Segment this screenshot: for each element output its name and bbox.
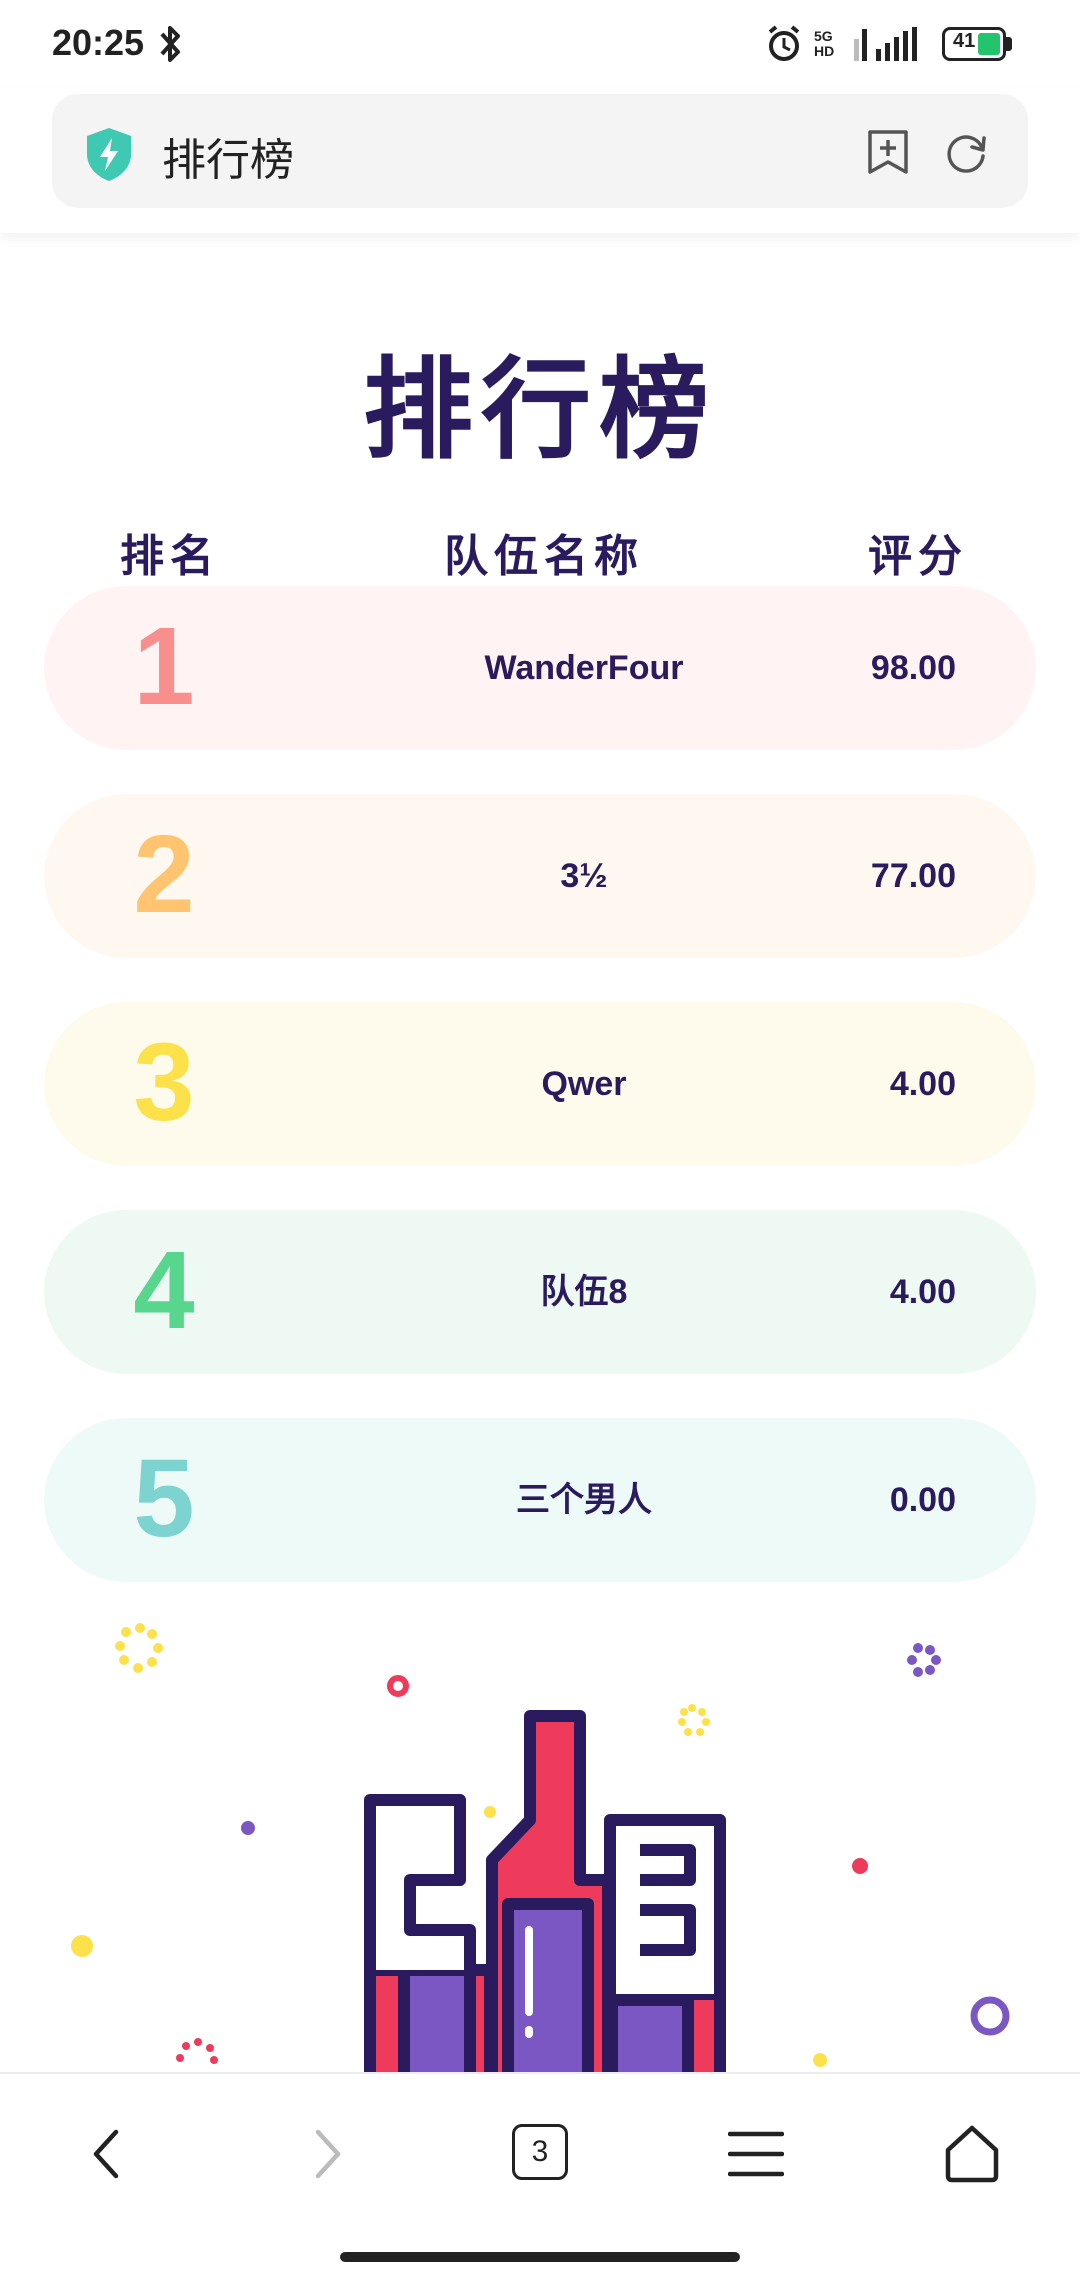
home-icon [945, 2125, 999, 2183]
tabs-button[interactable]: 3 [512, 2114, 592, 2194]
podium-illustration [71, 1623, 1010, 2072]
shield-icon [87, 128, 131, 181]
row-team: 3½ [560, 857, 608, 895]
row-rank: 4 [133, 1229, 195, 1352]
header-team: 队伍名称 [444, 531, 644, 582]
signal-icon [854, 27, 917, 61]
bluetooth-icon [160, 26, 180, 62]
refresh-icon[interactable] [942, 128, 990, 176]
row-rank: 1 [133, 605, 195, 728]
row-score: 98.00 [870, 649, 956, 687]
row-team: 队伍8 [540, 1273, 628, 1311]
row-team: 三个男人 [516, 1481, 652, 1519]
row-rank: 5 [133, 1437, 195, 1560]
status-time: 20:25 [52, 22, 145, 63]
forward-button[interactable] [288, 2114, 368, 2194]
address-bar[interactable]: 排行榜 [52, 94, 1028, 208]
bottom-navigation: 3 [0, 2072, 1080, 2280]
menu-icon [728, 2131, 784, 2177]
row-team: Qwer [541, 1065, 627, 1103]
row-team: WanderFour [484, 649, 684, 687]
leaderboard-row: 2 3½ 77.00 [44, 794, 1036, 958]
address-title: 排行榜 [162, 135, 294, 186]
row-score: 77.00 [870, 857, 956, 895]
bookmark-icon[interactable] [866, 128, 910, 176]
battery-level: 41 [953, 30, 976, 52]
row-score: 0.00 [889, 1481, 956, 1519]
row-score: 4.00 [889, 1065, 956, 1103]
tab-count: 3 [531, 2135, 549, 2168]
back-icon [93, 2129, 119, 2179]
leaderboard-row: 5 三个男人 0.00 [44, 1418, 1036, 1582]
row-rank: 3 [133, 1021, 195, 1144]
status-icons: 5G HD 41 [764, 24, 1012, 64]
header-score: 评分 [868, 531, 968, 582]
home-button[interactable] [932, 2114, 1012, 2194]
leaderboard-row: 3 Qwer 4.00 [44, 1002, 1036, 1166]
battery-icon: 41 [942, 27, 1012, 61]
leaderboard-row: 1 WanderFour 98.00 [44, 586, 1036, 750]
alarm-icon [768, 25, 800, 61]
podium [364, 1710, 726, 2072]
forward-icon [315, 2129, 341, 2179]
menu-button[interactable] [716, 2114, 796, 2194]
leaderboard-header: 排名 队伍名称 评分 [0, 520, 1080, 582]
back-button[interactable] [66, 2114, 146, 2194]
network-type: 5G HD [814, 28, 835, 59]
row-rank: 2 [133, 813, 195, 936]
browser-toolbar: 排行榜 [0, 88, 1080, 233]
leaderboard-row: 4 队伍8 4.00 [44, 1210, 1036, 1374]
home-indicator[interactable] [340, 2252, 740, 2262]
page-title: 排行榜 [363, 346, 717, 474]
tabs-icon: 3 [512, 2124, 568, 2180]
leaderboard-list: 1 WanderFour 98.00 2 3½ 77.00 3 Qwer 4.0… [44, 586, 1036, 1626]
header-rank: 排名 [120, 531, 220, 582]
row-score: 4.00 [889, 1273, 956, 1311]
status-bar: 20:25 5G HD 41 [0, 0, 1080, 88]
